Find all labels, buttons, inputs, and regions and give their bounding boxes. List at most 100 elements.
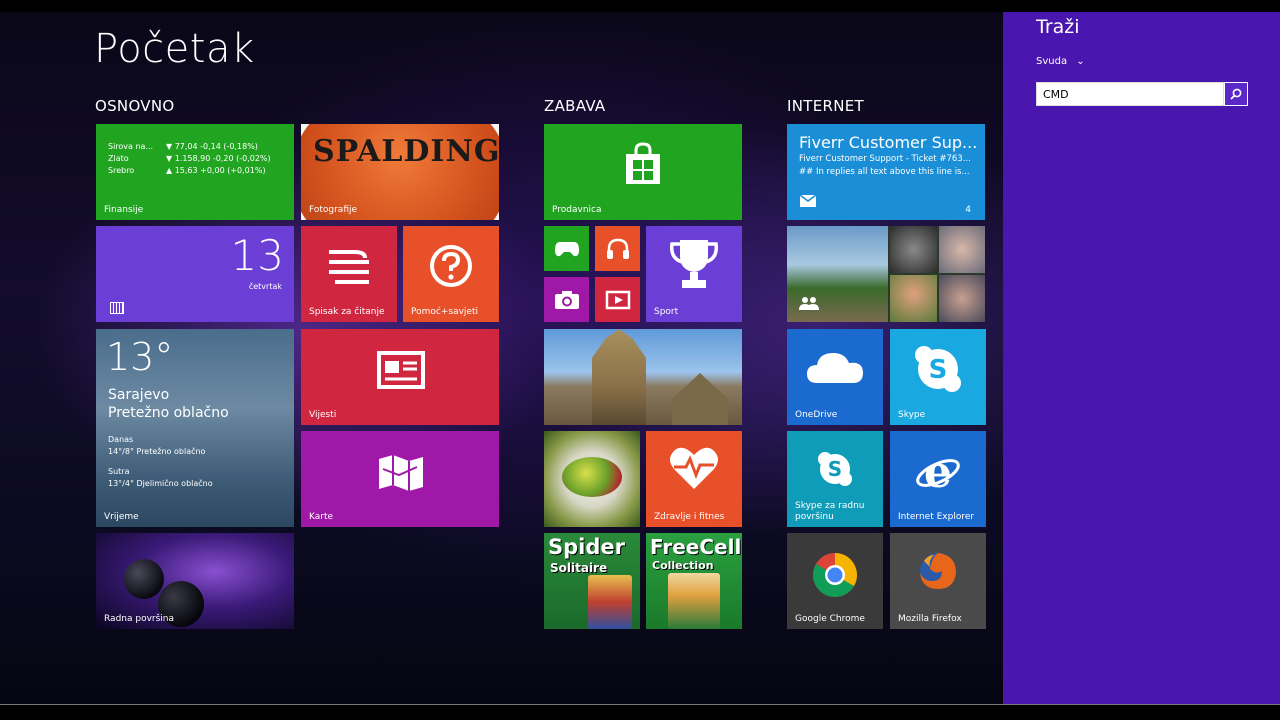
- tile-finansije[interactable]: Sirova na... ▼ 77,04 -0,14 (-0,18%) Zlato…: [96, 124, 294, 220]
- weather-condition: Pretežno oblačno: [108, 405, 229, 421]
- finance-row: Srebro ▲ 15,63 +0,00 (+0,01%): [108, 166, 266, 175]
- tile-people[interactable]: [787, 226, 985, 322]
- tile-video[interactable]: [595, 277, 640, 322]
- chrome-icon: [811, 551, 859, 599]
- start-screen: Početak OSNOVNO ZABAVA INTERNET Sirova n…: [0, 0, 1280, 720]
- tile-label: Vrijeme: [104, 512, 139, 522]
- search-input[interactable]: [1037, 83, 1229, 105]
- tile-pomoc[interactable]: Pomoć+savjeti: [403, 226, 499, 322]
- cloud-icon: [805, 347, 865, 387]
- search-box[interactable]: [1036, 82, 1229, 106]
- tile-freecell[interactable]: FreeCell Collection: [646, 533, 742, 629]
- contact-photo: [890, 226, 937, 273]
- reading-list-icon: [325, 246, 373, 286]
- tile-kalendar[interactable]: 13 četvrtak: [96, 226, 294, 322]
- game-subtitle: Solitaire: [550, 561, 608, 575]
- tile-label: Mozilla Firefox: [898, 614, 962, 624]
- tile-google-chrome[interactable]: Google Chrome: [787, 533, 883, 629]
- tile-xbox-games[interactable]: [544, 226, 589, 271]
- calendar-day: 13: [230, 231, 284, 280]
- king-card-image: [588, 575, 632, 629]
- page-title: Početak: [94, 26, 255, 72]
- weather-today: 14°/8° Pretežno oblačno: [108, 447, 206, 456]
- maps-icon: [377, 453, 425, 493]
- tile-label: OneDrive: [795, 410, 838, 420]
- trophy-icon: [668, 238, 720, 292]
- tile-spider-solitaire[interactable]: Spider Solitaire: [544, 533, 640, 629]
- finance-row: Zlato ▼ 1.158,90 -0,20 (-0,02%): [108, 154, 271, 163]
- tile-internet-explorer[interactable]: e Internet Explorer: [890, 431, 986, 527]
- ball-brand-text: SPALDING: [313, 134, 499, 169]
- tile-mozilla-firefox[interactable]: Mozilla Firefox: [890, 533, 986, 629]
- game-subtitle: Collection: [652, 559, 714, 572]
- tile-skype-desktop[interactable]: S Skype za radnu površinu: [787, 431, 883, 527]
- salad-image: [562, 457, 622, 497]
- camera-icon: [554, 290, 579, 309]
- store-icon: [622, 142, 664, 186]
- tile-label: Karte: [309, 512, 334, 522]
- weather-tomorrow: 13°/4° Djelimično oblačno: [108, 479, 213, 488]
- group-title-internet: INTERNET: [787, 97, 864, 115]
- mail-title: Fiverr Customer Sup...: [799, 133, 978, 152]
- tile-sport[interactable]: Sport: [646, 226, 742, 322]
- game-controller-icon: [554, 241, 579, 256]
- skype-icon: S: [817, 451, 853, 487]
- weather-tomorrow-label: Sutra: [108, 467, 130, 476]
- calendar-icon: [110, 302, 124, 314]
- tile-label: Sport: [654, 307, 679, 317]
- tile-label: Internet Explorer: [898, 512, 975, 522]
- finance-row: Sirova na... ▼ 77,04 -0,14 (-0,18%): [108, 142, 258, 151]
- top-edge: [0, 0, 1280, 12]
- tile-onedrive[interactable]: OneDrive: [787, 329, 883, 425]
- tile-label: Finansije: [104, 205, 144, 215]
- group-title-zabava: ZABAVA: [544, 97, 606, 115]
- weather-today-label: Danas: [108, 435, 134, 444]
- cathedral-image: [592, 329, 646, 425]
- contact-photo: [939, 275, 985, 322]
- video-icon: [605, 290, 630, 309]
- planet-image: [124, 559, 164, 599]
- search-button[interactable]: [1224, 82, 1248, 106]
- mail-count: 4: [965, 205, 971, 215]
- tile-label: Skype: [898, 410, 926, 420]
- tile-label: Pomoć+savjeti: [411, 307, 478, 317]
- chevron-down-icon: ⌄: [1076, 56, 1085, 67]
- tile-fotografije[interactable]: SPALDING Fotografije: [301, 124, 499, 220]
- tile-food[interactable]: [544, 431, 640, 527]
- tile-label: Radna površina: [104, 614, 175, 624]
- calendar-weekday: četvrtak: [248, 282, 282, 291]
- tile-prodavnica[interactable]: Prodavnica: [544, 124, 742, 220]
- tile-radna-povrsina[interactable]: Radna površina: [96, 533, 294, 629]
- tile-music[interactable]: [595, 226, 640, 271]
- search-scope-dropdown[interactable]: Svuda ⌄: [1036, 56, 1085, 67]
- tile-karte[interactable]: Karte: [301, 431, 499, 527]
- weather-temp: 13°: [106, 335, 174, 379]
- mail-line: ## In replies all text above this line i…: [799, 167, 970, 177]
- tile-vrijeme[interactable]: 13° Sarajevo Pretežno oblačno Danas 14°/…: [96, 329, 294, 527]
- game-title: Spider: [548, 535, 625, 559]
- ie-icon: e: [914, 447, 962, 495]
- svg-text:S: S: [828, 457, 842, 481]
- tile-label: Spisak za čitanje: [309, 307, 385, 317]
- heart-pulse-icon: [668, 445, 720, 491]
- search-panel: Traži Svuda ⌄: [1003, 12, 1280, 704]
- help-icon: [429, 244, 473, 288]
- tile-travel-photo[interactable]: [544, 329, 742, 425]
- dome-image: [672, 373, 728, 425]
- contact-photo: [939, 226, 985, 273]
- tile-zdravlje[interactable]: Zdravlje i fitnes: [646, 431, 742, 527]
- tile-vijesti[interactable]: Vijesti: [301, 329, 499, 425]
- game-title: FreeCell: [650, 535, 742, 559]
- contact-photo: [890, 275, 937, 322]
- tile-camera[interactable]: [544, 277, 589, 322]
- tile-mail[interactable]: Fiverr Customer Sup... Fiverr Customer S…: [787, 124, 985, 220]
- bottom-edge: [0, 704, 1280, 720]
- tile-spisak[interactable]: Spisak za čitanje: [301, 226, 397, 322]
- search-panel-title: Traži: [1036, 16, 1080, 38]
- tile-skype[interactable]: S Skype: [890, 329, 986, 425]
- tile-label: Prodavnica: [552, 205, 602, 215]
- firefox-icon: [918, 551, 958, 591]
- tile-label: Skype za radnu površinu: [795, 501, 865, 522]
- mail-icon: [799, 192, 817, 211]
- queen-card-image: [668, 573, 720, 629]
